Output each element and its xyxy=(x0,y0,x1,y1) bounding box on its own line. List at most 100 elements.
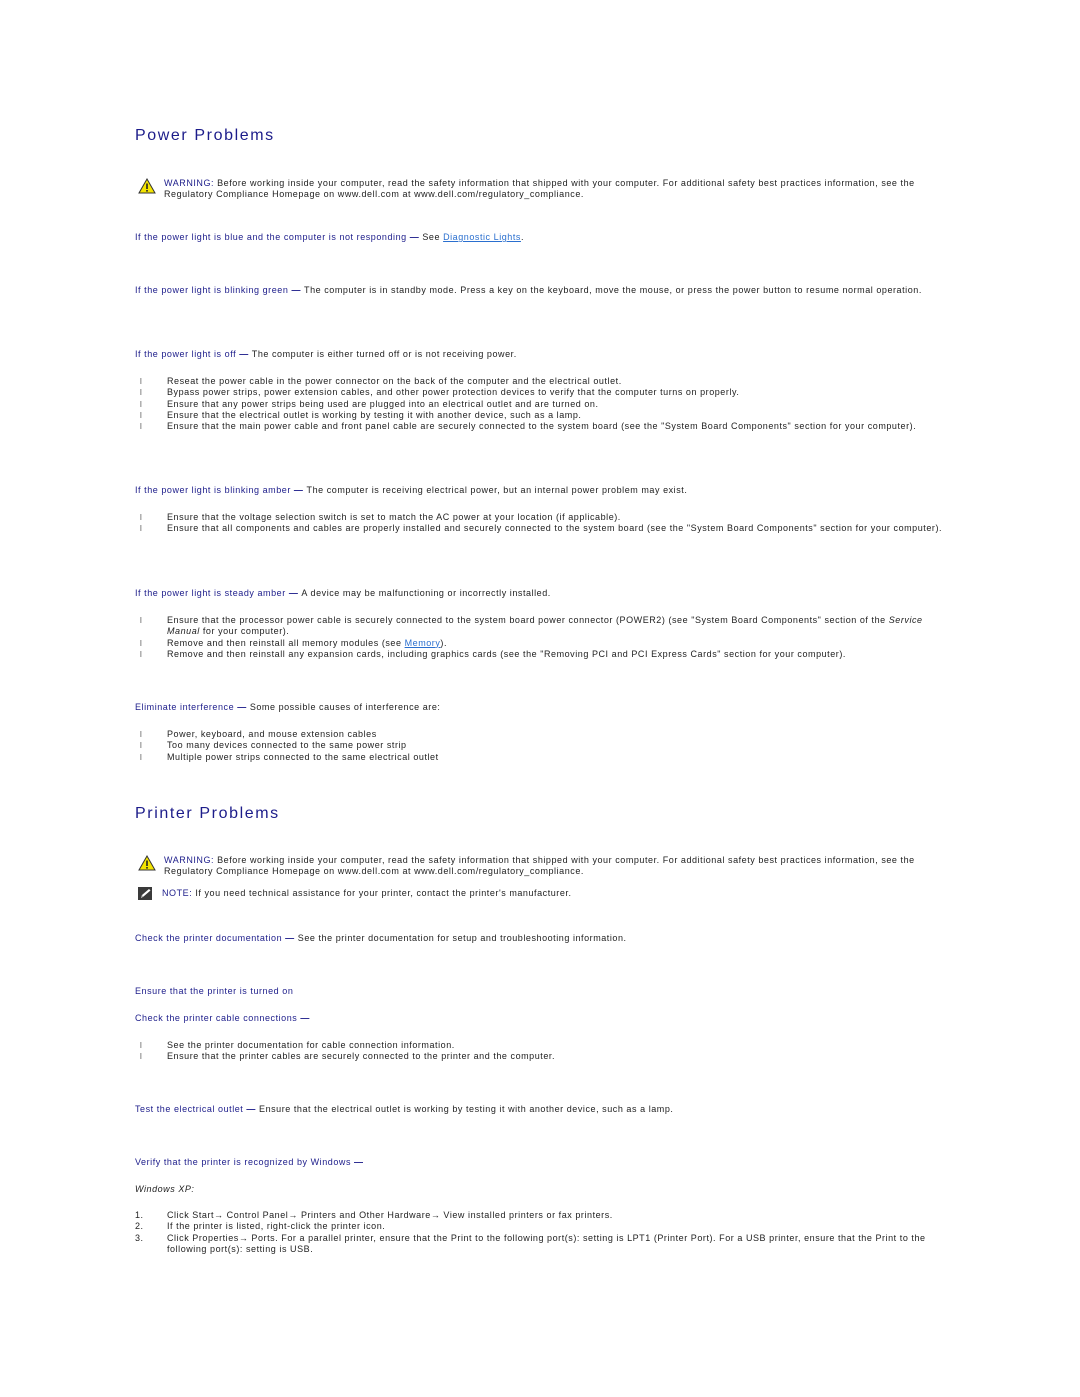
bullet-icon: l xyxy=(140,741,143,751)
em-dash: — xyxy=(234,702,250,712)
step-item: 3. Click Properties→ Ports. For a paralle… xyxy=(135,1233,947,1256)
bullet-icon: l xyxy=(140,1052,143,1062)
bullet-icon: l xyxy=(140,752,143,762)
interference-text: Some possible causes of interference are… xyxy=(249,702,441,712)
list-item-text: Ensure that the main power cable and fro… xyxy=(167,421,917,432)
list-item-text: Power, keyboard, and mouse extension cab… xyxy=(167,729,377,739)
step-text: Click Start→ Control Panel→ Printers and… xyxy=(167,1210,613,1220)
see-text: See xyxy=(422,232,444,242)
warning-label: WARNING: xyxy=(164,178,215,188)
power-off-text: The computer is either turned off or is … xyxy=(251,349,517,359)
list-item: l Bypass power strips, power extension ca… xyxy=(135,387,947,398)
period: . xyxy=(520,232,525,242)
printer-problems-heading: Printer Problems xyxy=(135,805,280,822)
printer-cable-list: l See the printer documentation for cable… xyxy=(135,1040,947,1063)
bullet-icon: l xyxy=(140,524,143,534)
bullet-icon: l xyxy=(140,1041,143,1050)
step-item: 1. Click Start→ Control Panel→ Printers a… xyxy=(135,1210,947,1221)
list-item: l Ensure that the processor power cable i… xyxy=(135,615,947,638)
printer-documentation-text: See the printer documentation for setup … xyxy=(297,933,627,943)
list-item: l Power, keyboard, and mouse extension ca… xyxy=(135,729,947,740)
power-green-text: The computer is in standby mode. Press a… xyxy=(304,285,922,295)
list-item-text: Ensure that the electrical outlet is wor… xyxy=(167,409,582,420)
warning-label: WARNING: xyxy=(164,855,215,865)
bullet-icon: l xyxy=(140,399,143,409)
memory-link[interactable]: Memory xyxy=(405,638,441,648)
step-number: 2. xyxy=(135,1221,144,1232)
warning-text: Before working inside your computer, rea… xyxy=(164,855,915,877)
list-item: l Ensure that any power strips being used… xyxy=(135,399,947,410)
printer-documentation-paragraph: Check the printer documentation — See th… xyxy=(135,933,947,944)
printer-turned-on-paragraph: Ensure that the printer is turned on xyxy=(135,986,947,997)
list-item: l Remove and then reinstall any expansion… xyxy=(135,649,947,660)
note-pencil-icon xyxy=(138,887,154,904)
interference-paragraph: Eliminate interference — Some possible c… xyxy=(135,702,947,713)
step-number: 3. xyxy=(135,1232,144,1243)
power-blue-lead: If the power light is blue and the compu… xyxy=(135,232,407,242)
bullet-icon: l xyxy=(140,377,143,386)
power-green-paragraph: If the power light is blinking green — T… xyxy=(135,285,947,296)
em-dash: — xyxy=(243,1104,260,1114)
list-item-text: ). xyxy=(440,637,448,648)
bullet-icon: l xyxy=(140,649,143,659)
power-blinking-amber-text: The computer is receiving electrical pow… xyxy=(306,485,688,495)
power-steady-amber-paragraph: If the power light is steady amber — A d… xyxy=(135,588,947,599)
list-item: l See the printer documentation for cable… xyxy=(135,1040,947,1051)
em-dash: — xyxy=(290,485,307,495)
em-dash: — xyxy=(282,933,298,943)
printer-outlet-text: Ensure that the electrical outlet is wor… xyxy=(259,1104,674,1114)
warning-icon xyxy=(138,854,156,874)
list-item-text: Ensure that the printer cables are secur… xyxy=(167,1051,555,1062)
printer-turned-on-lead: Ensure that the printer is turned on xyxy=(135,986,294,996)
warning-icon xyxy=(138,177,156,197)
em-dash: — xyxy=(288,285,305,295)
list-item: l Reseat the power cable in the power con… xyxy=(135,376,947,387)
list-item-text: Remove and then reinstall any expansion … xyxy=(167,648,846,659)
power-blinking-amber-lead: If the power light is blinking amber xyxy=(135,485,291,495)
power-problems-heading: Power Problems xyxy=(135,127,275,144)
power-off-lead: If the power light is off xyxy=(135,349,237,359)
printer-outlet-paragraph: Test the electrical outlet — Ensure that… xyxy=(135,1104,947,1115)
list-item-text: Remove and then reinstall all memory mod… xyxy=(167,637,405,648)
printer-cable-paragraph: Check the printer cable connections — xyxy=(135,1013,947,1024)
bullet-icon: l xyxy=(140,616,143,625)
printer-cable-lead: Check the printer cable connections xyxy=(135,1013,298,1023)
list-item-text: Bypass power strips, power extension cab… xyxy=(167,387,740,398)
bullet-icon: l xyxy=(140,513,143,522)
list-item: l Ensure that the printer cables are secu… xyxy=(135,1051,947,1062)
list-item: l Ensure that the main power cable and fr… xyxy=(135,421,947,432)
power-blinking-amber-paragraph: If the power light is blinking amber — T… xyxy=(135,485,947,496)
power-blinking-amber-list: l Ensure that the voltage selection switc… xyxy=(135,512,947,535)
list-item: l Ensure that all components and cables a… xyxy=(135,523,947,534)
note-label: NOTE: xyxy=(162,888,193,898)
warning-text: Before working inside your computer, rea… xyxy=(164,178,915,200)
step-text: Click Properties→ Ports. For a parallel … xyxy=(167,1232,926,1254)
bullet-icon: l xyxy=(140,638,143,648)
printer-windows-paragraph: Verify that the printer is recognized by… xyxy=(135,1157,947,1168)
list-item: l Ensure that the voltage selection switc… xyxy=(135,512,947,523)
list-item-text: See the printer documentation for cable … xyxy=(167,1040,455,1050)
list-item: l Ensure that the electrical outlet is wo… xyxy=(135,410,947,421)
em-dash: — xyxy=(285,588,302,598)
list-item-text: Ensure that all components and cables ar… xyxy=(167,523,943,534)
printer-windows-lead: Verify that the printer is recognized by… xyxy=(135,1157,351,1167)
power-off-list: l Reseat the power cable in the power con… xyxy=(135,376,947,432)
diagnostic-lights-link[interactable]: Diagnostic Lights xyxy=(443,232,521,242)
power-steady-amber-lead: If the power light is steady amber xyxy=(135,588,286,598)
step-number: 1. xyxy=(135,1210,144,1220)
list-item-text: Too many devices connected to the same p… xyxy=(167,740,407,751)
bullet-icon: l xyxy=(140,388,143,398)
interference-list: l Power, keyboard, and mouse extension ca… xyxy=(135,729,947,763)
note-text: If you need technical assistance for you… xyxy=(192,888,572,898)
printer-documentation-lead: Check the printer documentation xyxy=(135,933,283,943)
list-item: l Multiple power strips connected to the … xyxy=(135,752,947,763)
em-dash: — xyxy=(236,349,252,359)
step-item: 2. If the printer is listed, right-click … xyxy=(135,1221,947,1232)
em-dash: — xyxy=(351,1157,364,1167)
list-item-text: Ensure that any power strips being used … xyxy=(167,398,599,409)
list-item-text: Ensure that the voltage selection switch… xyxy=(167,512,621,522)
interference-lead: Eliminate interference xyxy=(135,702,235,712)
list-item: l Too many devices connected to the same … xyxy=(135,740,947,751)
list-item-text: for your computer). xyxy=(199,626,290,637)
bullet-icon: l xyxy=(140,410,143,420)
